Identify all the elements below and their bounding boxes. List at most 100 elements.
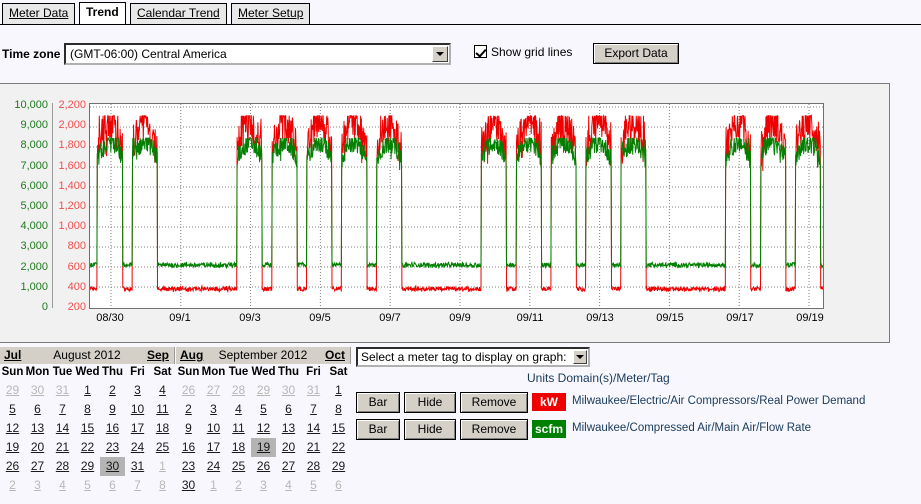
calendar-day[interactable]: 7 [301, 400, 326, 419]
calendar-day[interactable]: 15 [75, 419, 100, 438]
calendar-day[interactable]: 8 [326, 400, 351, 419]
calendar-day[interactable]: 19 [0, 438, 25, 457]
calendar-day[interactable]: 10 [125, 400, 150, 419]
calendar-day[interactable]: 10 [201, 419, 226, 438]
calendar-day[interactable]: 23 [100, 438, 125, 457]
calendar-day[interactable]: 17 [125, 419, 150, 438]
calendar-day[interactable]: 22 [326, 438, 351, 457]
chevron-down-icon[interactable] [432, 46, 448, 62]
legend-bar-button[interactable]: Bar [356, 419, 400, 440]
calendar-day[interactable]: 25 [226, 457, 251, 476]
calendar-day[interactable]: 1 [326, 381, 351, 400]
calendar-day[interactable]: 5 [75, 476, 100, 495]
calendar-day[interactable]: 2 [0, 476, 25, 495]
calendar-day[interactable]: 3 [201, 400, 226, 419]
calendar-day[interactable]: 26 [176, 381, 201, 400]
calendar-day[interactable]: 6 [25, 400, 50, 419]
calendar-day[interactable]: 2 [176, 400, 201, 419]
calendar-day[interactable]: 31 [50, 381, 75, 400]
calendar-day[interactable]: 6 [326, 476, 351, 495]
export-data-button[interactable]: Export Data [593, 43, 679, 64]
calendar-day[interactable]: 6 [100, 476, 125, 495]
calendar-day[interactable]: 27 [25, 457, 50, 476]
calendar-day[interactable]: 4 [226, 400, 251, 419]
show-grid-lines-checkbox[interactable] [474, 45, 487, 58]
calendar-day[interactable]: 7 [125, 476, 150, 495]
legend-bar-button[interactable]: Bar [356, 392, 400, 413]
calendar-day[interactable]: 16 [176, 438, 201, 457]
calendar-day[interactable]: 27 [201, 381, 226, 400]
calendar-day[interactable]: 22 [75, 438, 100, 457]
calendar-day[interactable]: 28 [50, 457, 75, 476]
calendar-day[interactable]: 3 [25, 476, 50, 495]
calendar-day-selected[interactable]: 19 [251, 438, 276, 457]
calendar-day-selected[interactable]: 30 [100, 457, 125, 476]
calendar-day[interactable]: 3 [125, 381, 150, 400]
calendar-august-next-link[interactable]: Sep [147, 348, 169, 362]
meter-tag-select[interactable]: Select a meter tag to display on graph: [356, 347, 590, 367]
tab-trend[interactable]: Trend [79, 2, 126, 24]
calendar-day[interactable]: 26 [0, 457, 25, 476]
calendar-day[interactable]: 5 [0, 400, 25, 419]
calendar-day[interactable]: 25 [150, 438, 175, 457]
calendar-day[interactable]: 24 [201, 457, 226, 476]
calendar-day[interactable]: 14 [50, 419, 75, 438]
calendar-day[interactable]: 14 [301, 419, 326, 438]
calendar-day[interactable]: 13 [276, 419, 301, 438]
calendar-day[interactable]: 3 [251, 476, 276, 495]
calendar-september-next-link[interactable]: Oct [325, 348, 345, 362]
calendar-day[interactable]: 17 [201, 438, 226, 457]
calendar-day[interactable]: 30 [25, 381, 50, 400]
calendar-day[interactable]: 30 [276, 381, 301, 400]
calendar-day[interactable]: 4 [150, 381, 175, 400]
calendar-day[interactable]: 28 [301, 457, 326, 476]
legend-remove-button[interactable]: Remove [460, 392, 528, 413]
calendar-day[interactable]: 12 [251, 419, 276, 438]
calendar-day[interactable]: 11 [226, 419, 251, 438]
calendar-day[interactable]: 13 [25, 419, 50, 438]
calendar-day[interactable]: 21 [50, 438, 75, 457]
calendar-day[interactable]: 29 [0, 381, 25, 400]
calendar-day[interactable]: 2 [226, 476, 251, 495]
calendar-day[interactable]: 1 [150, 457, 175, 476]
calendar-day[interactable]: 4 [276, 476, 301, 495]
calendar-day[interactable]: 1 [75, 381, 100, 400]
calendar-day[interactable]: 8 [150, 476, 175, 495]
calendar-day[interactable]: 12 [0, 419, 25, 438]
calendar-day[interactable]: 9 [176, 419, 201, 438]
legend-hide-button[interactable]: Hide [404, 419, 456, 440]
calendar-day[interactable]: 9 [100, 400, 125, 419]
calendar-day[interactable]: 20 [276, 438, 301, 457]
calendar-day[interactable]: 28 [226, 381, 251, 400]
calendar-day[interactable]: 15 [326, 419, 351, 438]
calendar-day[interactable]: 26 [251, 457, 276, 476]
calendar-day[interactable]: 29 [326, 457, 351, 476]
calendar-day[interactable]: 11 [150, 400, 175, 419]
calendar-day[interactable]: 2 [100, 381, 125, 400]
calendar-day[interactable]: 5 [301, 476, 326, 495]
calendar-day[interactable]: 8 [75, 400, 100, 419]
calendar-day[interactable]: 1 [201, 476, 226, 495]
calendar-day[interactable]: 20 [25, 438, 50, 457]
calendar-day[interactable]: 4 [50, 476, 75, 495]
calendar-day[interactable]: 30 [176, 476, 201, 495]
legend-remove-button[interactable]: Remove [460, 419, 528, 440]
tab-meter-setup[interactable]: Meter Setup [231, 3, 311, 24]
calendar-day[interactable]: 29 [251, 381, 276, 400]
calendar-day[interactable]: 18 [226, 438, 251, 457]
calendar-day[interactable]: 16 [100, 419, 125, 438]
timezone-select[interactable]: (GMT-06:00) Central America [64, 43, 451, 65]
calendar-day[interactable]: 6 [276, 400, 301, 419]
calendar-day[interactable]: 23 [176, 457, 201, 476]
calendar-day[interactable]: 29 [75, 457, 100, 476]
calendar-day[interactable]: 31 [125, 457, 150, 476]
tab-meter-data[interactable]: Meter Data [2, 3, 76, 24]
chevron-down-icon[interactable] [573, 350, 587, 364]
calendar-day[interactable]: 27 [276, 457, 301, 476]
calendar-day[interactable]: 5 [251, 400, 276, 419]
calendar-day[interactable]: 24 [125, 438, 150, 457]
calendar-day[interactable]: 21 [301, 438, 326, 457]
legend-hide-button[interactable]: Hide [404, 392, 456, 413]
tab-calendar-trend[interactable]: Calendar Trend [130, 3, 227, 24]
calendar-day[interactable]: 7 [50, 400, 75, 419]
